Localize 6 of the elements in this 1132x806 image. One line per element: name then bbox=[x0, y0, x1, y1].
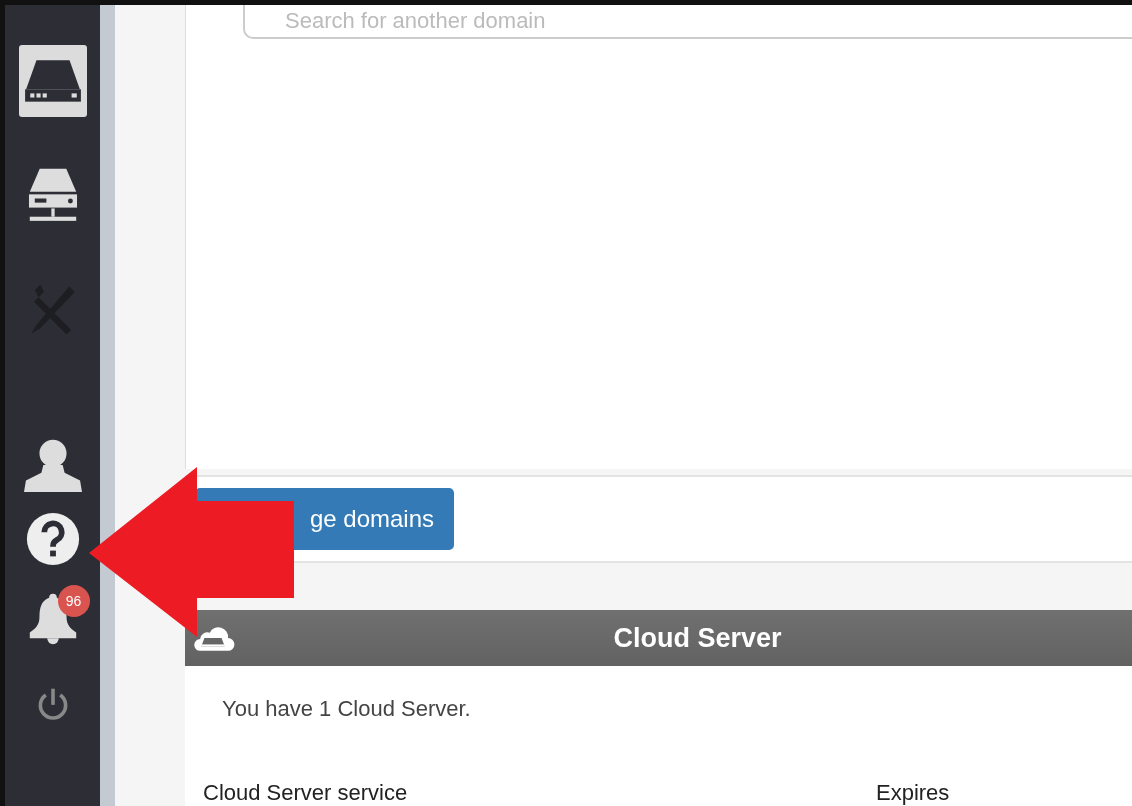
column-header: Cloud Server service bbox=[203, 780, 409, 806]
server-icon[interactable] bbox=[18, 45, 87, 117]
column-header: Expires bbox=[876, 780, 950, 806]
notification-count-badge: 96 bbox=[57, 585, 90, 617]
server-count-text: You have 1 Cloud Server. bbox=[222, 696, 472, 722]
panel-title: Cloud Server bbox=[613, 622, 782, 654]
